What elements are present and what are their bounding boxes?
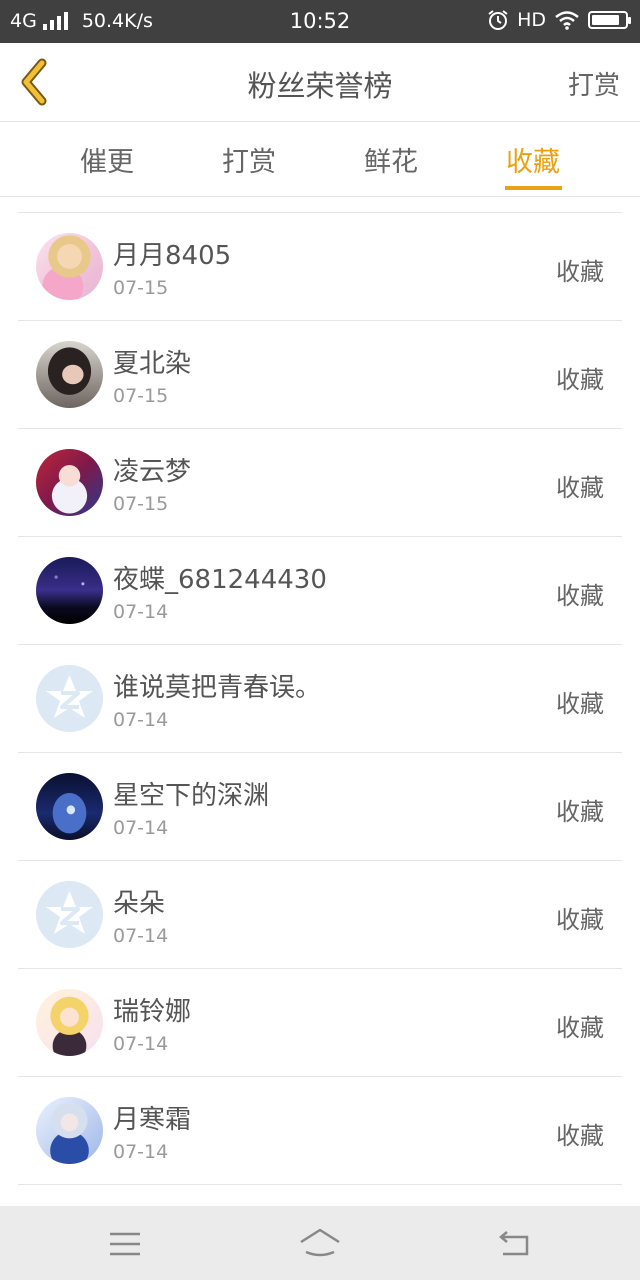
avatar — [36, 233, 103, 300]
date: 07-14 — [113, 925, 169, 947]
avatar — [36, 989, 103, 1056]
list-item[interactable]: 夏北染 07-15 收藏 — [18, 321, 622, 429]
tab-label: 收藏 — [506, 147, 560, 178]
status-bar: 4G 50.4K/s 10:52 HD — [0, 0, 640, 43]
date: 07-14 — [113, 817, 169, 839]
wifi-icon — [555, 11, 579, 30]
battery-icon — [588, 11, 631, 29]
tab-label: 打赏 — [222, 147, 276, 178]
list-item[interactable]: 谁说莫把青春误。 07-14 收藏 — [18, 645, 622, 753]
list-item[interactable]: 凌云梦 07-15 收藏 — [18, 429, 622, 537]
action-label: 收藏 — [556, 582, 604, 610]
date: 07-15 — [113, 277, 169, 299]
user-name: 朵朵 — [113, 889, 166, 919]
user-name: 月月8405 — [113, 241, 232, 271]
user-name: 星空下的深渊 — [113, 781, 270, 811]
list-item[interactable]: 月寒霜 07-14 收藏 — [18, 1077, 622, 1185]
action-label: 收藏 — [556, 1122, 604, 1150]
top-nav-bar: 粉丝荣誉榜 打赏 — [0, 43, 640, 122]
avatar — [36, 1097, 103, 1164]
status-right: HD — [487, 9, 631, 31]
hd-indicator: HD — [517, 9, 546, 31]
avatar — [36, 449, 103, 516]
back-icon[interactable] — [495, 1224, 535, 1264]
date: 07-14 — [113, 601, 169, 623]
fan-list: 月月8405 07-15 收藏 夏北染 07-15 收藏 凌云梦 07-15 收… — [18, 212, 622, 1185]
date: 07-14 — [113, 1141, 169, 1163]
action-label: 收藏 — [556, 366, 604, 394]
default-avatar — [36, 881, 103, 948]
action-label: 收藏 — [556, 906, 604, 934]
menu-icon[interactable] — [105, 1224, 145, 1264]
page-title: 粉丝荣誉榜 — [247, 69, 393, 103]
user-name: 瑞铃娜 — [113, 997, 192, 1027]
tab-flowers[interactable]: 鲜花 — [321, 140, 461, 179]
user-name: 夜蝶_681244430 — [113, 565, 327, 595]
date: 07-14 — [113, 709, 169, 731]
action-label: 收藏 — [556, 258, 604, 286]
battery-fill — [592, 15, 619, 25]
avatar — [36, 341, 103, 408]
avatar — [36, 773, 103, 840]
list-item[interactable]: 夜蝶_681244430 07-14 收藏 — [18, 537, 622, 645]
action-label: 收藏 — [556, 798, 604, 826]
alarm-icon — [488, 10, 508, 30]
tab-reward[interactable]: 打赏 — [179, 140, 319, 179]
user-name: 夏北染 — [113, 349, 192, 379]
list-item[interactable]: 星空下的深渊 07-14 收藏 — [18, 753, 622, 861]
home-icon[interactable] — [298, 1224, 342, 1264]
user-name: 谁说莫把青春误。 — [113, 673, 322, 703]
tab-label: 鲜花 — [364, 147, 418, 178]
date: 07-14 — [113, 1033, 169, 1055]
default-z-icon — [46, 675, 93, 718]
tab-label: 催更 — [80, 147, 134, 178]
user-name: 月寒霜 — [113, 1105, 192, 1135]
reward-button[interactable]: 打赏 — [568, 65, 620, 102]
default-avatar — [36, 665, 103, 732]
action-label: 收藏 — [556, 1014, 604, 1042]
tab-urge[interactable]: 催更 — [37, 140, 177, 179]
action-label: 收藏 — [556, 474, 604, 502]
user-name: 凌云梦 — [113, 457, 192, 487]
tab-bar: 催更 打赏 鲜花 收藏 — [0, 122, 640, 197]
list-item[interactable]: 朵朵 07-14 收藏 — [18, 861, 622, 969]
date: 07-15 — [113, 493, 169, 515]
list-item[interactable]: 月月8405 07-15 收藏 — [18, 213, 622, 321]
tab-favorites[interactable]: 收藏 — [463, 140, 603, 190]
action-label: 收藏 — [556, 690, 604, 718]
active-tab-underline — [505, 186, 562, 190]
default-z-icon — [46, 891, 93, 934]
date: 07-15 — [113, 385, 169, 407]
avatar — [36, 557, 103, 624]
list-item[interactable]: 瑞铃娜 07-14 收藏 — [18, 969, 622, 1077]
system-nav-bar — [0, 1206, 640, 1280]
